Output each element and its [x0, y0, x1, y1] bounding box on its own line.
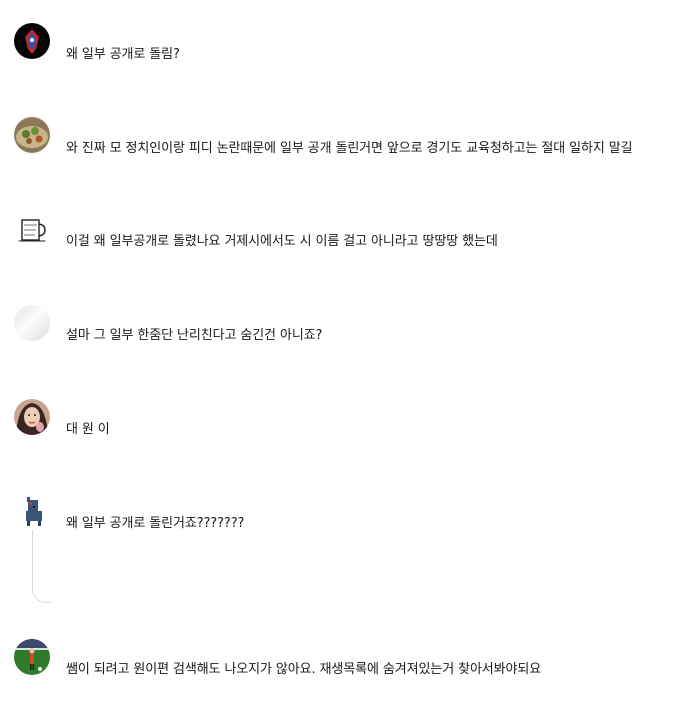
comment-text: 설마 그 일부 한줌단 난리친다고 숨긴건 아니죠? [66, 328, 323, 343]
avatar[interactable] [14, 23, 50, 59]
comment-item: 대 원 이 [0, 396, 680, 456]
comment-text: 와 진짜 모 정치인이랑 피디 논란때문에 일부 공개 돌린거면 앞으로 경기도… [66, 141, 633, 156]
alpaca-icon [14, 494, 50, 530]
avatar[interactable] [14, 639, 50, 675]
soccer-field-icon [14, 639, 50, 675]
person-photo-icon [14, 399, 50, 435]
avatar[interactable] [14, 494, 50, 530]
food-plate-icon [14, 117, 50, 153]
comment-text: 이걸 왜 일부공개로 돌렸나요 거제시에서도 시 이름 걸고 아니라고 땅땅땅 … [66, 234, 498, 249]
comment-item: 왜 일부 공개로 돌림? [0, 20, 680, 80]
comment-item: 설마 그 일부 한줌단 난리친다고 숨긴건 아니죠? [0, 302, 680, 362]
comment-item: 이걸 왜 일부공개로 돌렸나요 거제시에서도 시 이름 걸고 아니라고 땅땅땅 … [0, 208, 680, 268]
comment-text: 왜 일부 공개로 돌림? [66, 47, 180, 62]
comment-text: 쌤이 되려고 원이편 검색해도 나오지가 않아요. 재생목록에 숨겨져있는거 찾… [66, 662, 542, 677]
comment-item: 쌤이 되려고 원이편 검색해도 나오지가 않아요. 재생목록에 숨겨져있는거 찾… [0, 636, 680, 696]
spider-hero-icon [14, 23, 50, 59]
avatar[interactable] [14, 305, 50, 341]
comment-text: 왜 일부 공개로 돌린거죠??????? [66, 516, 245, 531]
default-avatar-icon [14, 305, 50, 341]
comment-item: 왜 일부 공개로 돌린거죠??????? [0, 494, 680, 554]
avatar[interactable] [14, 117, 50, 153]
mug-sketch-icon [14, 211, 50, 247]
avatar[interactable] [14, 399, 50, 435]
avatar[interactable] [14, 211, 50, 247]
comment-text: 대 원 이 [66, 422, 110, 437]
comment-item: 와 진짜 모 정치인이랑 피디 논란때문에 일부 공개 돌린거면 앞으로 경기도… [0, 114, 680, 174]
